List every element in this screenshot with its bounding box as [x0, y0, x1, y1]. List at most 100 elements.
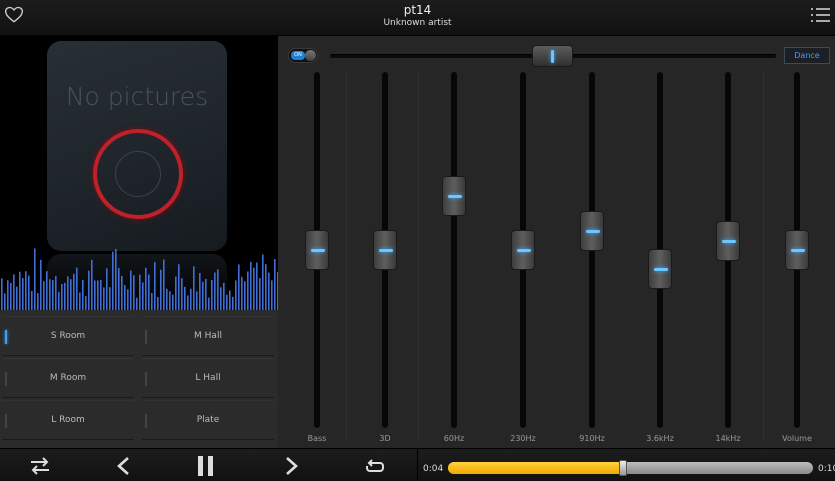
spectrum-bar — [226, 294, 228, 310]
spectrum-bar — [181, 278, 183, 310]
spectrum-bar — [100, 279, 102, 310]
band-knob[interactable] — [511, 230, 535, 270]
spectrum-bar — [97, 280, 99, 310]
band-knob[interactable] — [442, 176, 466, 217]
spectrum-bar — [178, 264, 180, 310]
spectrum-bar — [214, 272, 216, 310]
spectrum-bar — [151, 292, 153, 310]
spectrum-bar — [235, 280, 237, 310]
spectrum-bar — [130, 270, 132, 310]
preset-label: M Hall — [194, 331, 222, 341]
eq-preset-button[interactable]: Dance — [784, 47, 830, 64]
band-track[interactable] — [451, 72, 457, 428]
repeat-icon[interactable] — [363, 455, 387, 477]
preset-label: S Room — [50, 331, 86, 341]
spectrum-bar — [241, 276, 243, 310]
spectrum-bar — [253, 267, 255, 310]
spectrum-bar — [52, 280, 54, 310]
spectrum-bar — [10, 282, 12, 310]
preset-l-room[interactable]: L Room — [2, 400, 134, 440]
band-knob[interactable] — [716, 220, 740, 261]
spectrum-bar — [31, 290, 33, 310]
spectrum-bar — [205, 278, 207, 310]
band-3d: 3D — [373, 72, 397, 443]
seek-bar-thumb[interactable] — [619, 460, 628, 476]
band-60hz: 60Hz — [442, 72, 466, 443]
spectrum-bar — [220, 287, 222, 310]
spectrum-bar — [16, 286, 18, 310]
preset-indicator — [145, 372, 147, 386]
preset-indicator — [5, 414, 7, 428]
spectrum-bar — [37, 293, 39, 310]
spectrum-bar — [136, 297, 138, 310]
disc-center-icon — [115, 151, 161, 197]
spectrum-bar — [202, 281, 204, 310]
spectrum-bar — [175, 276, 177, 310]
preset-m-hall[interactable]: M Hall — [142, 316, 274, 356]
spectrum-bar — [145, 267, 147, 310]
spectrum-bar — [196, 291, 198, 310]
spectrum-bar — [238, 264, 240, 310]
spectrum-bar — [4, 293, 6, 310]
spectrum-bar — [103, 287, 105, 310]
spectrum-bar — [223, 282, 225, 310]
spectrum-bar — [94, 280, 96, 310]
spectrum-bar — [217, 269, 219, 310]
band-label: 60Hz — [443, 434, 465, 443]
reverb-presets: S Room M Hall M Room L Hall L Room Plate — [0, 314, 278, 448]
preset-l-hall[interactable]: L Hall — [142, 358, 274, 398]
preset-indicator — [145, 330, 147, 344]
spectrum-bar — [46, 271, 48, 310]
preset-m-room[interactable]: M Room — [2, 358, 134, 398]
spectrum-bar — [211, 279, 213, 310]
knob-glow — [586, 230, 600, 234]
shuffle-icon[interactable] — [28, 455, 52, 477]
band-label: Volume — [782, 434, 812, 443]
spectrum-bar — [70, 279, 72, 310]
spectrum-bar — [274, 259, 276, 310]
spectrum-bar — [256, 262, 258, 310]
pause-icon[interactable] — [194, 455, 218, 477]
preset-label: L Room — [51, 415, 85, 425]
knob-glow — [379, 249, 393, 252]
seek-bar[interactable] — [448, 460, 813, 476]
preset-label: M Room — [49, 373, 87, 383]
spectrum-bar — [61, 283, 63, 310]
list-menu-icon[interactable] — [811, 6, 831, 24]
preset-label: Plate — [196, 415, 220, 425]
spectrum-bar — [139, 274, 141, 310]
spectrum-bar — [262, 254, 264, 310]
preset-s-room[interactable]: S Room — [2, 316, 134, 356]
band-label: 3D — [379, 434, 391, 443]
band-knob[interactable] — [580, 211, 604, 252]
spectrum-bar — [58, 291, 60, 310]
spectrum-bar — [64, 282, 66, 310]
band-knob[interactable] — [373, 230, 397, 270]
balance-slider-thumb[interactable] — [532, 45, 573, 67]
band-label: Bass — [307, 434, 327, 443]
band-3-6khz: 3.6kHz — [646, 72, 674, 443]
next-icon[interactable] — [279, 455, 303, 477]
preset-plate[interactable]: Plate — [142, 400, 274, 440]
spectrum-bar — [208, 297, 210, 310]
spectrum-bar — [187, 295, 189, 310]
spectrum-bar — [169, 291, 171, 310]
spectrum-bar — [7, 280, 9, 310]
spectrum-bar — [34, 248, 36, 310]
previous-icon[interactable] — [112, 455, 136, 477]
eq-power-toggle[interactable]: ON — [288, 48, 318, 63]
band-knob[interactable] — [305, 230, 329, 270]
knob-glow — [654, 267, 668, 271]
band-knob[interactable] — [785, 230, 809, 270]
spectrum-bar — [19, 271, 21, 310]
spectrum-bar — [55, 276, 57, 310]
track-artist: Unknown artist — [383, 18, 452, 28]
band-knob[interactable] — [648, 248, 672, 289]
band-910hz: 910Hz — [579, 72, 605, 443]
spectrum-bar — [127, 289, 129, 310]
track-title: pt14 — [403, 3, 432, 17]
preset-indicator — [5, 330, 7, 344]
spectrum-bar — [229, 290, 231, 310]
spectrum-bar — [106, 268, 108, 310]
spectrum-bar — [154, 262, 156, 310]
